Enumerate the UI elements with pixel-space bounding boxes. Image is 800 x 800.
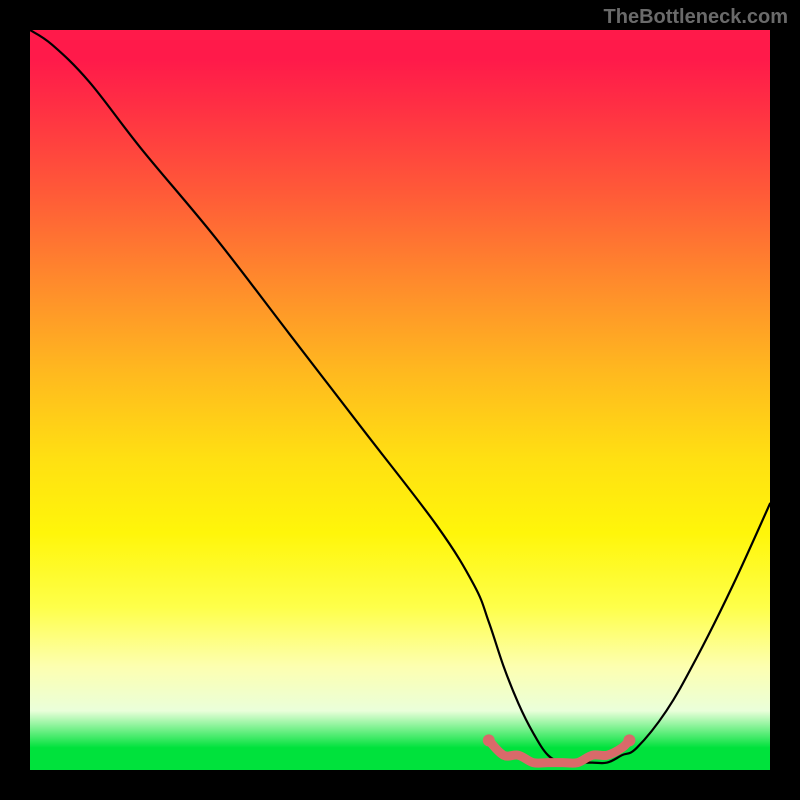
highlight-dots	[483, 734, 636, 746]
highlight-endpoint-dot	[623, 734, 635, 746]
highlight-endpoint-dot	[483, 734, 495, 746]
chart-svg	[30, 30, 770, 770]
watermark-text: TheBottleneck.com	[604, 6, 788, 29]
plot-area	[30, 30, 770, 770]
highlight-bottom-curve	[489, 740, 630, 763]
bottleneck-curve	[30, 30, 770, 763]
